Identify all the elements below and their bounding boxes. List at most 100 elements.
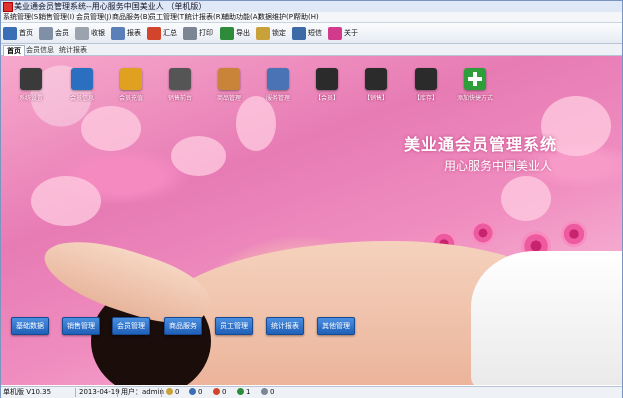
toolbar-sms-button[interactable]: 短信	[292, 25, 322, 41]
status-divider	[161, 388, 162, 397]
basic-data-button[interactable]: 基础数据	[11, 317, 49, 335]
tile-label: 会员信息	[69, 95, 94, 102]
statistics-report-button[interactable]: 统计报表	[266, 317, 304, 335]
banner-title: 美业通会员管理系统	[404, 135, 558, 154]
towel-image	[471, 251, 622, 385]
sms-monitor-icon	[292, 26, 306, 40]
monitor-icon	[3, 26, 17, 40]
toolbar-label: 汇总	[163, 29, 177, 37]
toolbar-label: 收银	[91, 29, 105, 37]
menu-help[interactable]: 帮助(H)	[294, 12, 319, 22]
user-icon	[237, 388, 244, 395]
menu-reports[interactable]: 统计报表(R)	[185, 12, 223, 22]
status-divider	[117, 388, 118, 397]
tile-goods-management[interactable]: 商品管理	[207, 68, 251, 108]
goods-service-button[interactable]: 商品服务	[164, 317, 202, 335]
tile-member-report[interactable]: 【会员】	[305, 68, 349, 108]
toolbar-about-button[interactable]: 关于	[328, 25, 358, 41]
recharge-icon	[120, 68, 142, 90]
tile-member-info[interactable]: 会员信息	[60, 68, 104, 108]
tile-label: 销售前台	[167, 95, 192, 102]
toolbar-label: 首页	[19, 29, 33, 37]
tile-label: 添加快捷方式	[456, 95, 493, 102]
staff-management-button[interactable]: 员工管理	[215, 317, 253, 335]
menu-goods[interactable]: 商品服务(B)	[112, 12, 150, 22]
tile-member-recharge[interactable]: 会员充值	[109, 68, 153, 108]
tile-add-shortcut[interactable]: 添加快捷方式	[453, 68, 497, 108]
petal-decoration	[81, 106, 141, 151]
about-icon	[328, 26, 342, 40]
toolbar-member-button[interactable]: 会员	[39, 25, 69, 41]
star-icon	[166, 388, 173, 395]
tab-statistics[interactable]: 统计报表	[56, 45, 90, 55]
tab-home[interactable]: 首页	[3, 45, 25, 56]
other-management-button[interactable]: 其他管理	[317, 317, 355, 335]
service-icon	[267, 68, 289, 90]
toolbar-label: 导出	[236, 29, 250, 37]
goods-box-icon	[218, 68, 240, 90]
petal-decoration	[31, 176, 101, 226]
menu-member[interactable]: 会员管理(J)	[76, 12, 112, 22]
settings-icon	[20, 68, 42, 90]
toolbar-print-button[interactable]: 打印	[183, 25, 213, 41]
toolbar-home-button[interactable]: 首页	[3, 25, 33, 41]
menu-tools[interactable]: 辅助功能(A)	[222, 12, 260, 22]
menu-sales[interactable]: 销售管理(I)	[39, 12, 75, 22]
task-icon	[261, 388, 268, 395]
add-shortcut-icon	[464, 68, 486, 90]
member-card-icon	[39, 26, 53, 40]
app-logo-icon	[3, 2, 13, 12]
toolbar-export-button[interactable]: 导出	[220, 25, 250, 41]
menu-system[interactable]: 系统管理(S)	[3, 12, 41, 22]
toolbar-cashier-button[interactable]: 收银	[75, 25, 105, 41]
bar-chart-icon	[147, 26, 161, 40]
tile-label: 【会员】	[314, 95, 339, 102]
tab-strip: 首页 会员信息 统计报表	[1, 44, 622, 56]
toolbar-label: 短信	[308, 29, 322, 37]
toolbar-lock-button[interactable]: 锁定	[256, 25, 286, 41]
menu-data[interactable]: 数据维护(P)	[258, 12, 296, 22]
toolbar-summary-button[interactable]: 汇总	[147, 25, 177, 41]
status-version: 单机版 V10.35	[3, 388, 52, 396]
tile-sales-front[interactable]: 销售前台	[158, 68, 202, 108]
status-user: 用户：admin	[121, 388, 164, 396]
window-title: 美业通会员管理系统--用心服务中国美业人 （单机版）	[14, 2, 207, 11]
tile-label: 商品管理	[216, 95, 241, 102]
member-management-button[interactable]: 会员管理	[112, 317, 150, 335]
menu-bar: 系统管理(S) 销售管理(I) 会员管理(J) 商品服务(B) 员工管理(T) …	[1, 12, 622, 23]
status-count-4: 1	[237, 387, 250, 398]
cashier-grid-icon	[75, 26, 89, 40]
tile-stock-report[interactable]: 【库存】	[404, 68, 448, 108]
tile-label: 【销售】	[363, 95, 388, 102]
tile-label: 系统设置	[18, 95, 43, 102]
menu-staff[interactable]: 员工管理(T)	[149, 12, 187, 22]
tile-system-settings[interactable]: 系统设置	[9, 68, 53, 108]
rose-decoration	[471, 221, 495, 245]
status-divider	[75, 388, 76, 397]
toolbar-label: 报表	[127, 29, 141, 37]
alert-icon	[213, 388, 220, 395]
excel-export-icon	[220, 26, 234, 40]
sales-management-button[interactable]: 销售管理	[62, 317, 100, 335]
status-count-2: 0	[189, 387, 202, 398]
petal-decoration	[171, 136, 226, 176]
calculator-icon	[169, 68, 191, 90]
report-grid-icon	[111, 26, 125, 40]
app-window: 美业通会员管理系统--用心服务中国美业人 （单机版） 系统管理(S) 销售管理(…	[0, 0, 623, 398]
status-count-1: 0	[166, 387, 179, 398]
tile-sales-report[interactable]: 【销售】	[354, 68, 398, 108]
member-report-icon	[316, 68, 338, 90]
toolbar: 首页 会员 收银 报表 汇总 打印 导出 锁定 短信 关于	[1, 23, 622, 44]
toolbar-report-button[interactable]: 报表	[111, 25, 141, 41]
status-count-5: 0	[261, 387, 274, 398]
status-bar: 单机版 V10.35 2013-04-19 用户：admin 0 0 0 1 0	[1, 386, 622, 398]
tab-member-info[interactable]: 会员信息	[23, 45, 57, 55]
rose-decoration	[561, 221, 587, 247]
toolbar-label: 锁定	[272, 29, 286, 37]
sales-report-icon	[365, 68, 387, 90]
toolbar-label: 关于	[344, 29, 358, 37]
toolbar-label: 会员	[55, 29, 69, 37]
home-panel: 美业通会员管理系统 用心服务中国美业人 系统设置 会员信息 会员充值 销售前台 …	[1, 56, 622, 385]
tile-service-management[interactable]: 服务管理	[256, 68, 300, 108]
status-date: 2013-04-19	[79, 388, 120, 396]
